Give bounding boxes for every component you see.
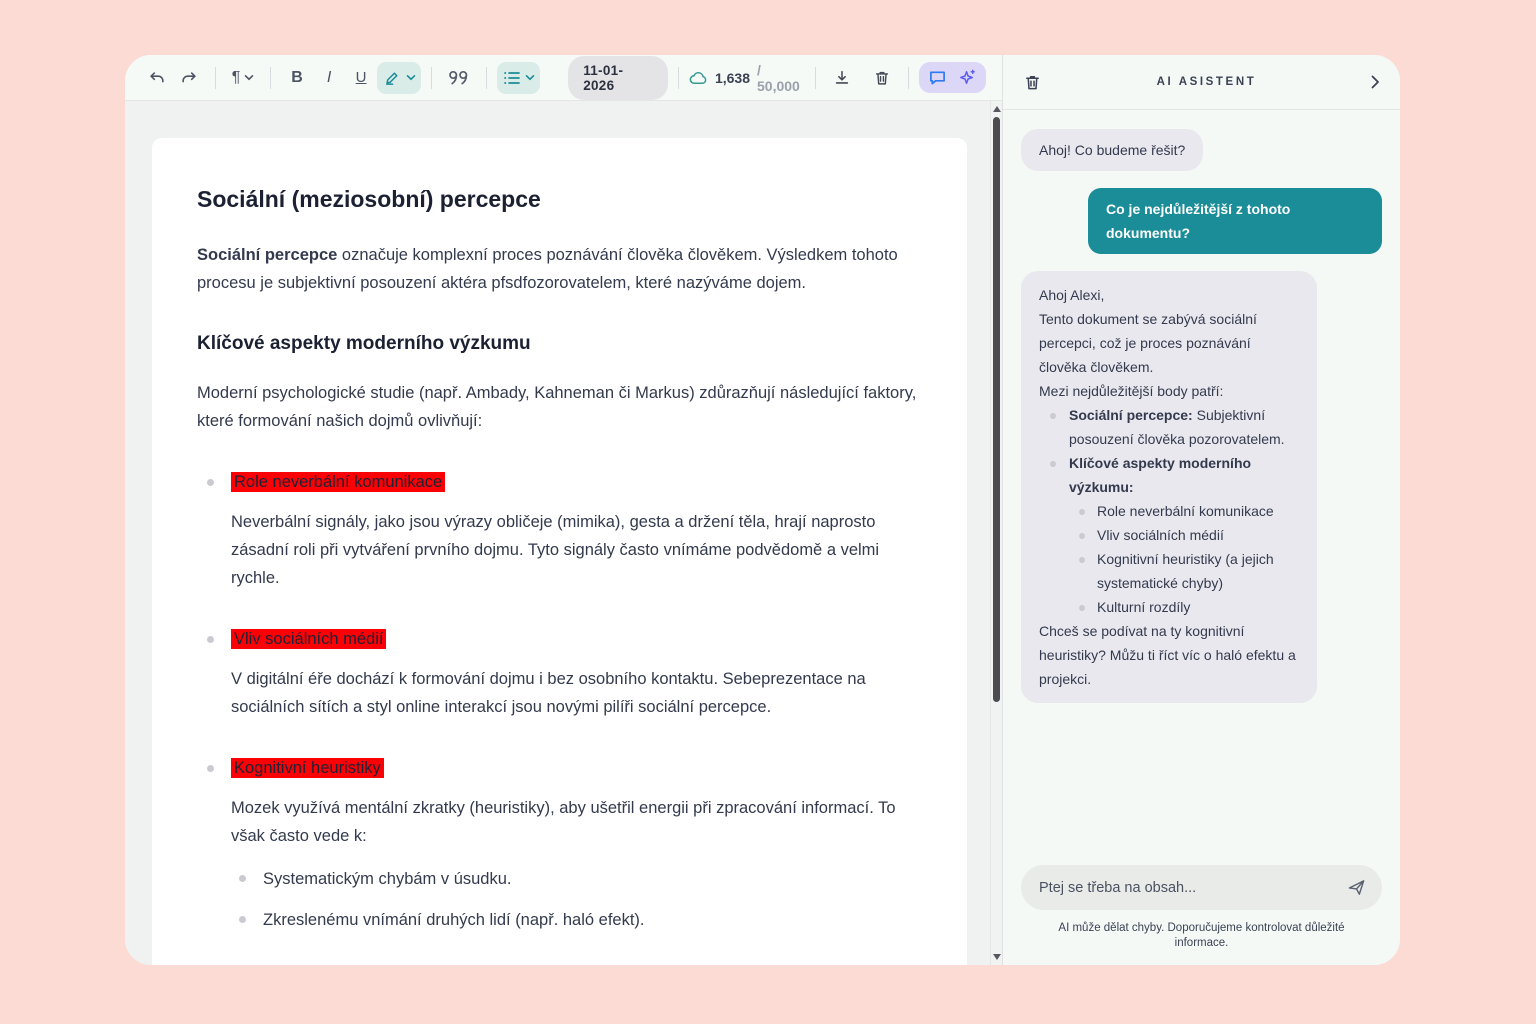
editor-pane: ¶ B I U — [125, 55, 1003, 965]
scrollbar-down-arrow[interactable] — [993, 954, 1001, 960]
list-item: Kognitivní heuristiky Mozek využívá ment… — [197, 755, 922, 934]
reply-closing: Chceš se podívat na ty kognitivní heuris… — [1039, 619, 1299, 691]
editor-toolbar: ¶ B I U — [125, 55, 1002, 101]
delete-document-button[interactable] — [866, 62, 898, 94]
redo-icon — [180, 69, 198, 87]
chevron-down-icon — [406, 74, 416, 81]
download-icon — [833, 69, 851, 87]
paragraph-style-button[interactable]: ¶ — [226, 62, 260, 94]
section-intro-paragraph: Moderní psychologické studie (např. Amba… — [197, 379, 922, 435]
comments-ai-toggle[interactable] — [919, 62, 986, 93]
scrollbar-up-arrow[interactable] — [993, 106, 1001, 112]
word-count: 1,638 / 50,000 — [689, 62, 805, 94]
reply-sub-bullet: Vliv sociálních médií — [1069, 523, 1299, 547]
toolbar-divider — [215, 67, 216, 89]
intro-bold-text: Sociální percepce — [197, 246, 337, 264]
section-heading: Klíčové aspekty moderního výzkumu — [197, 333, 922, 355]
list-item-description: Mozek využívá mentální zkratky (heuristi… — [231, 794, 922, 850]
assistant-message: Ahoj! Co budeme řešit? — [1021, 129, 1203, 171]
chevron-right-icon — [1371, 75, 1380, 89]
reply-bullet-bold: Klíčové aspekty moderního výzkumu: — [1069, 455, 1251, 495]
underline-button[interactable]: U — [345, 62, 377, 94]
intro-paragraph: Sociální percepce označuje komplexní pro… — [197, 241, 922, 297]
ai-assistant-header: AI ASISTENT — [1003, 55, 1400, 110]
chat-input-bar[interactable] — [1021, 865, 1382, 910]
chevron-down-icon — [244, 74, 254, 81]
chevron-down-icon — [525, 74, 535, 81]
document-scrollbar[interactable] — [990, 101, 1002, 965]
reply-bullet-bold: Sociální percepce: — [1069, 407, 1193, 423]
download-button[interactable] — [826, 62, 858, 94]
comment-icon — [928, 69, 947, 86]
trash-icon — [1023, 73, 1042, 92]
app-window: ¶ B I U — [125, 55, 1400, 965]
chat-message-list: Ahoj! Co budeme řešit? Co je nejdůležitě… — [1003, 110, 1400, 865]
ai-panel-title: AI ASISTENT — [1042, 76, 1371, 88]
undo-button[interactable] — [141, 62, 173, 94]
assistant-message: Ahoj Alexi, Tento dokument se zabývá soc… — [1021, 271, 1317, 703]
send-icon[interactable] — [1347, 878, 1366, 897]
document-date-badge[interactable]: 11-01-2026 — [568, 56, 668, 100]
list-item: Role neverbální komunikace Neverbální si… — [197, 469, 922, 592]
reply-bullet: Sociální percepce: Subjektivní posouzení… — [1039, 403, 1299, 451]
sub-list-item: Systematickým chybám v úsudku. — [231, 865, 922, 893]
reply-sub-bullet: Kulturní rozdíly — [1069, 595, 1299, 619]
cloud-icon — [689, 71, 708, 85]
document-canvas: Sociální (meziosobní) percepce Sociální … — [125, 101, 1002, 965]
toolbar-divider — [908, 67, 909, 89]
sub-list-item: Zkreslenému vnímání druhých lidí (např. … — [231, 906, 922, 934]
reply-sub-bullet: Role neverbální komunikace — [1069, 499, 1299, 523]
collapse-panel-button[interactable] — [1371, 75, 1380, 89]
toolbar-divider — [431, 67, 432, 89]
reply-line: Ahoj Alexi, — [1039, 283, 1299, 307]
chat-input[interactable] — [1039, 880, 1347, 896]
list-item-description: Neverbální signály, jako jsou výrazy obl… — [231, 508, 922, 592]
blockquote-button[interactable] — [442, 62, 476, 94]
quote-icon — [448, 69, 470, 86]
chat-input-area: AI může dělat chyby. Doporučujeme kontro… — [1003, 865, 1400, 965]
reply-line: Mezi nejdůležitější body patří: — [1039, 379, 1299, 403]
paragraph-icon: ¶ — [232, 69, 241, 87]
toolbar-divider — [486, 67, 487, 89]
ai-sparkle-icon — [958, 68, 977, 87]
toolbar-divider — [270, 67, 271, 89]
italic-button[interactable]: I — [313, 62, 345, 94]
ai-disclaimer: AI může dělat chyby. Doporučujeme kontro… — [1021, 921, 1382, 951]
highlighted-term: Role neverbální komunikace — [231, 472, 445, 492]
scrollbar-thumb[interactable] — [993, 117, 1000, 702]
word-count-value: 1,638 — [715, 70, 750, 86]
bullet-list-icon — [503, 70, 521, 86]
highlighted-term: Vliv sociálních médií — [231, 629, 386, 649]
reply-line: Tento dokument se zabývá sociální percep… — [1039, 307, 1299, 379]
bullet-list-button[interactable] — [497, 62, 540, 94]
highlighter-icon — [383, 68, 402, 87]
document-page[interactable]: Sociální (meziosobní) percepce Sociální … — [152, 138, 967, 965]
highlighted-term: Kognitivní heuristiky — [231, 758, 384, 778]
ai-assistant-panel: AI ASISTENT Ahoj! Co budeme řešit? Co je… — [1003, 55, 1400, 965]
bold-button[interactable]: B — [281, 62, 313, 94]
user-message: Co je nejdůležitější z tohoto dokumentu? — [1088, 188, 1382, 254]
reply-bullet: Klíčové aspekty moderního výzkumu: Role … — [1039, 451, 1299, 619]
toolbar-divider — [815, 67, 816, 89]
document-title: Sociální (meziosobní) percepce — [197, 186, 922, 213]
highlight-button[interactable] — [377, 62, 421, 94]
list-item-description: V digitální éře dochází k formování dojm… — [231, 665, 922, 721]
trash-icon — [873, 69, 891, 87]
word-count-limit: / 50,000 — [757, 62, 805, 94]
undo-icon — [148, 69, 166, 87]
toolbar-divider — [678, 67, 679, 89]
list-item: Vliv sociálních médií V digitální éře do… — [197, 626, 922, 721]
reply-sub-bullet: Kognitivní heuristiky (a jejich systemat… — [1069, 547, 1299, 595]
clear-chat-button[interactable] — [1023, 73, 1042, 92]
redo-button[interactable] — [173, 62, 205, 94]
